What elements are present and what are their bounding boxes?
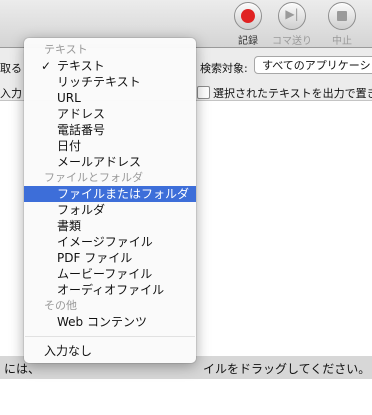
stop-label: 中止 <box>332 36 352 47</box>
search-target-select[interactable]: すべてのアプリケーシ <box>254 56 372 74</box>
row1-left-text: 取る <box>0 62 22 75</box>
input-type-menu: テキスト ✓ テキスト リッチテキスト URL アドレス 電話番号 日付 メールア… <box>24 38 196 363</box>
menu-item-no-input[interactable]: 入力なし <box>24 343 196 359</box>
menu-item-label: 電話番号 <box>57 123 106 137</box>
stop-icon <box>328 2 356 30</box>
menu-item-file-or-folder[interactable]: ファイルまたはフォルダ <box>24 186 196 202</box>
menu-item-label: PDF ファイル <box>57 251 133 265</box>
search-target-label: 検索対象: <box>200 62 248 75</box>
drop-hint-right: イルをドラッグしてください。 <box>203 362 371 376</box>
menu-item-web-content[interactable]: Web コンテンツ <box>24 314 196 330</box>
menu-header-label: ファイルとフォルダ <box>44 171 143 184</box>
menu-item-label: メールアドレス <box>57 155 142 169</box>
menu-item-label: ムービーファイル <box>57 267 153 281</box>
menu-header-label: テキスト <box>44 43 88 56</box>
menu-item-address[interactable]: アドレス <box>24 106 196 122</box>
menu-header-other: その他 <box>24 298 196 314</box>
checkmark-icon: ✓ <box>41 59 52 73</box>
menu-item-label: Web コンテンツ <box>57 315 147 329</box>
menu-item-image-file[interactable]: イメージファイル <box>24 234 196 250</box>
menu-item-email[interactable]: メールアドレス <box>24 154 196 170</box>
menu-item-url[interactable]: URL <box>24 90 196 106</box>
output-checkbox-label: 選択されたテキストを出力で置き <box>213 87 372 100</box>
step-label: コマ送り <box>272 36 312 47</box>
output-checkbox[interactable] <box>197 86 210 99</box>
menu-item-document[interactable]: 書類 <box>24 218 196 234</box>
menu-item-label: フォルダ <box>57 203 106 217</box>
menu-item-label: URL <box>57 91 81 105</box>
menu-header-label: その他 <box>44 299 77 312</box>
menu-item-label: オーディオファイル <box>57 283 165 297</box>
menu-item-label: ファイルまたはフォルダ <box>57 187 190 201</box>
record-button[interactable]: 記録 <box>228 2 268 47</box>
menu-item-label: 入力なし <box>44 344 93 358</box>
menu-item-text[interactable]: ✓ テキスト <box>24 58 196 74</box>
menu-item-date[interactable]: 日付 <box>24 138 196 154</box>
record-icon <box>234 2 262 30</box>
stop-button[interactable]: 中止 <box>322 2 362 47</box>
menu-item-pdf-file[interactable]: PDF ファイル <box>24 250 196 266</box>
menu-item-folder[interactable]: フォルダ <box>24 202 196 218</box>
menu-item-label: イメージファイル <box>57 235 153 249</box>
menu-separator <box>25 336 195 337</box>
record-label: 記録 <box>238 36 258 47</box>
menu-item-label: 書類 <box>57 219 82 233</box>
menu-header-files-folders: ファイルとフォルダ <box>24 170 196 186</box>
menu-item-label: リッチテキスト <box>57 75 141 89</box>
menu-item-movie-file[interactable]: ムービーファイル <box>24 266 196 282</box>
row2-left-text: 入力 <box>0 87 22 100</box>
menu-item-rich-text[interactable]: リッチテキスト <box>24 74 196 90</box>
menu-item-audio-file[interactable]: オーディオファイル <box>24 282 196 298</box>
step-button[interactable]: ▶| コマ送り <box>272 2 312 47</box>
menu-item-label: 日付 <box>57 139 82 153</box>
menu-item-phone[interactable]: 電話番号 <box>24 122 196 138</box>
menu-item-label: テキスト <box>57 59 105 73</box>
menu-header-text: テキスト <box>24 42 196 58</box>
menu-item-label: アドレス <box>57 107 106 121</box>
step-icon: ▶| <box>278 2 306 30</box>
